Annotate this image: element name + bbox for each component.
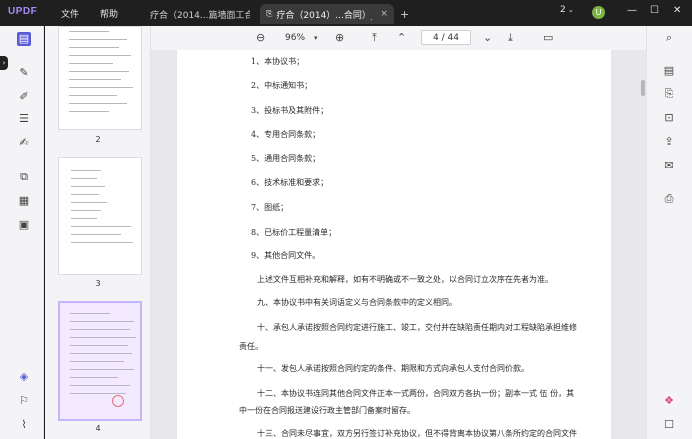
convert-icon[interactable]: ⎘ [662,87,676,101]
doc-line: 十二、本协议书连同其他合同文件正本一式两份，合同双方各执一份；副本一式 伍 份，… [257,389,575,398]
avatar[interactable]: U [592,6,605,19]
zoom-level[interactable]: 96% [285,33,305,43]
tab-document-1[interactable]: 疗合（2014...篇墙面工合同） [144,4,256,24]
plus-icon: + [400,7,410,21]
window-count[interactable]: 2 ⌄ [560,5,574,15]
chat-icon[interactable]: ☐ [662,418,676,432]
ocr-scan-icon[interactable]: ▤ [662,64,676,78]
maximize-button[interactable]: ☐ [650,5,659,16]
attachment-icon[interactable]: ⌇ [17,418,31,432]
menu-file[interactable]: 文件 [61,7,79,20]
right-toolbar: ⌕ ▤ ⎘ ⊡ ⇪ ✉ ⎙ ❖ ☐ [646,26,692,439]
first-page-icon[interactable]: ⤒ [372,31,377,45]
email-icon[interactable]: ✉ [662,159,676,173]
layers-icon[interactable]: ◈ [17,370,31,384]
view-toolbar: ⊖ 96% ▾ ⊕ ⤒ ⌃ 4 / 44 ⌄ ⤓ ▭ [151,26,646,50]
new-tab-button[interactable]: + [394,4,415,24]
app-logo: UPDF [8,6,37,17]
doc-line: 6、技术标准和要求； [251,178,329,187]
zoom-out-icon[interactable]: ⊖ [256,31,265,44]
logo-letters: UPDF [8,6,38,17]
doc-line: 责任。 [239,342,263,351]
left-toolbar: › ▤ ✎ ✐ ☰ ✍ ⧉ ▦ ▣ ◈ ⚐ ⌇ [0,26,44,439]
thumbnail-pane: 2 3 4 [45,26,151,439]
page-number-input[interactable]: 4 / 44 [421,30,471,45]
previous-page-icon[interactable]: ⌃ [397,31,406,44]
doc-line: 9、其他合同文件。 [251,251,321,260]
vertical-scrollbar[interactable] [641,80,645,96]
tab-label: 疗合（2014）...合同）_Copy [276,10,372,21]
zoom-dropdown-icon[interactable]: ▾ [314,34,318,42]
minimize-button[interactable]: — [627,5,637,16]
pdf-page: 1、本协议书； 2、中标通知书； 3、投标书及其附件； 4、专用合同条款； 5、… [177,50,611,439]
zoom-in-icon[interactable]: ⊕ [335,31,344,44]
page-thumbnail-3[interactable] [58,157,142,275]
menu-help[interactable]: 帮助 [100,7,118,20]
bookmark-icon[interactable]: ⚐ [17,394,31,408]
search-icon[interactable]: ⌕ [662,31,676,45]
title-bar: UPDF 文件 帮助 疗合（2014...篇墙面工合同） ⎘ 疗合（2014）.… [0,0,692,26]
redact-icon[interactable]: ▣ [17,218,31,232]
last-page-icon[interactable]: ⤓ [508,31,513,45]
doc-line: 九、本协议书中有关词语定义与合同条款中的定义相同。 [257,298,457,307]
doc-line: 8、已标价工程量清单； [251,228,337,237]
doc-line: 中一份在合同报送建设行政主管部门备案时留存。 [239,406,415,415]
doc-line: 十一、发包人承诺按照合同约定的条件、期限和方式向承包人支付合同价款。 [257,364,529,373]
share-icon[interactable]: ⇪ [662,135,676,149]
document-icon: ⎘ [266,9,273,18]
doc-line: 5、通用合同条款； [251,154,321,163]
page-number-label: 2 [95,135,101,144]
document-viewer[interactable]: 1、本协议书； 2、中标通知书； 3、投标书及其附件； 4、专用合同条款； 5、… [151,50,646,439]
save-icon[interactable]: ⎙ [662,192,676,206]
doc-line: 十三、合同未尽事宜，双方另行签订补充协议，但不得背离本协议第八条所约定的合同文件 [257,429,577,438]
comment-tool-icon[interactable]: ✎ [17,66,31,80]
close-window-button[interactable]: ✕ [673,5,681,16]
organize-pages-icon[interactable]: ⧉ [17,170,31,184]
prepare-form-icon[interactable]: ☰ [17,112,31,126]
stamp-icon [112,395,124,407]
presentation-icon[interactable]: ▭ [543,31,553,44]
fill-sign-icon[interactable]: ✍ [17,136,31,150]
ai-assistant-icon[interactable]: ❖ [662,394,676,408]
page-thumbnail-2[interactable] [58,26,142,130]
page-thumbnail-4[interactable] [58,301,142,421]
page-number-label: 3 [95,279,101,288]
tab-document-2[interactable]: ⎘ 疗合（2014）...合同）_Copy × [260,4,394,24]
doc-line: 4、专用合同条款； [251,130,321,139]
tab-label: 疗合（2014...篇墙面工合同） [150,10,250,21]
page-number-label: 4 [95,424,101,433]
edit-pdf-icon[interactable]: ✐ [17,90,31,104]
reader-mode-icon[interactable]: ▤ [17,32,31,46]
doc-line: 上述文件互相补充和解释，如有不明确或不一致之处，以合同订立次序在先者为准。 [257,275,553,284]
ocr-icon[interactable]: ▦ [17,194,31,208]
protect-icon[interactable]: ⊡ [662,111,676,125]
doc-line: 3、投标书及其附件； [251,106,329,115]
close-tab-icon[interactable]: × [380,9,388,19]
collapse-handle-icon[interactable]: › [0,56,8,70]
doc-line: 2、中标通知书； [251,81,313,90]
doc-line: 十、承包人承诺按照合同约定进行施工、竣工，交付并在缺陷责任期内对工程缺陷承担维修 [257,323,577,332]
doc-line: 7、图纸； [251,203,289,212]
doc-line: 1、本协议书； [251,57,305,66]
next-page-icon[interactable]: ⌄ [483,31,492,44]
